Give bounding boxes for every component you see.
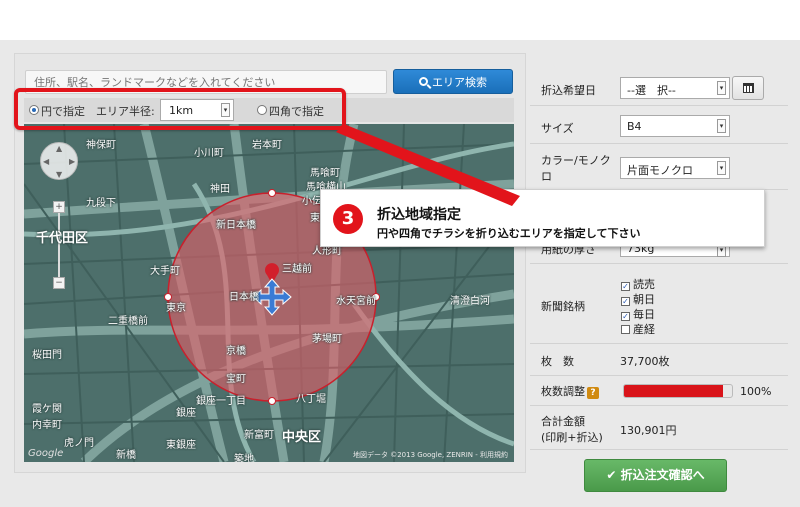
checkbox-empty-icon <box>621 325 630 334</box>
checkbox-checked-icon: ✓ <box>621 312 630 321</box>
newspaper-name: 毎日 <box>633 308 655 321</box>
newspaper-name: 朝日 <box>633 293 655 306</box>
newspaper-name: 産経 <box>633 323 655 336</box>
form-row-count: 枚 数 37,700枚 <box>530 344 788 376</box>
newspaper-checkbox[interactable]: ✓ 読売 <box>621 276 655 292</box>
newspaper-checkbox[interactable]: ✓ 毎日 <box>621 306 655 322</box>
total-label: 合計金額 <box>541 415 585 428</box>
page: エリア検索 円で指定 エリア半径: 1km ▾ 四角で指定 <box>0 0 800 507</box>
adjust-label-wrap: 枚数調整? <box>541 383 599 399</box>
count-value: 37,700枚 <box>620 355 670 368</box>
total-sub-label: (印刷+折込) <box>541 431 603 444</box>
order-confirm-button[interactable]: ✔ 折込注文確認へ <box>584 459 727 492</box>
help-icon[interactable]: ? <box>587 387 599 399</box>
adjust-percent: 100% <box>740 385 772 398</box>
newspaper-name: 読売 <box>633 278 655 291</box>
checkbox-checked-icon: ✓ <box>621 282 630 291</box>
count-adjust-fill <box>624 385 724 397</box>
adjust-label: 枚数調整 <box>541 385 585 398</box>
count-adjust-slider[interactable] <box>623 384 733 398</box>
checkbox-checked-icon: ✓ <box>621 297 630 306</box>
form-row-total: 合計金額 (印刷+折込) 130,901円 <box>530 406 788 450</box>
newspaper-checkbox[interactable]: ✓ 朝日 <box>621 291 655 307</box>
newspaper-checkbox[interactable]: 産経 <box>621 321 655 337</box>
count-label: 枚 数 <box>541 355 574 368</box>
newspaper-label: 新聞銘柄 <box>541 300 585 313</box>
form-row-newspapers: 新聞銘柄 <box>530 264 788 344</box>
total-value: 130,901円 <box>620 424 677 437</box>
total-label-wrap: 合計金額 (印刷+折込) <box>541 414 603 446</box>
